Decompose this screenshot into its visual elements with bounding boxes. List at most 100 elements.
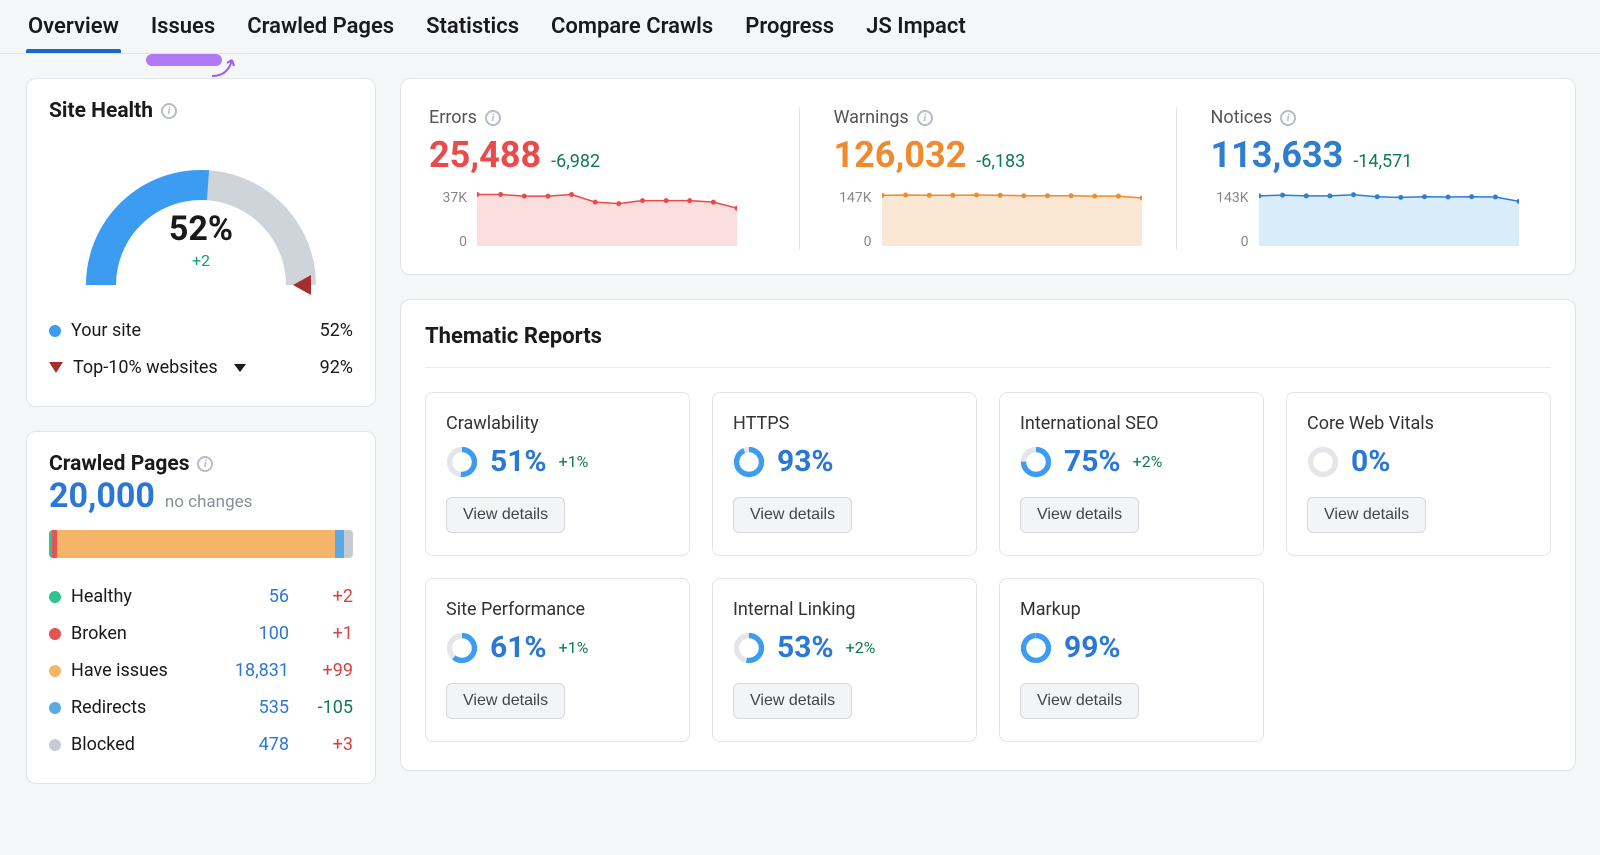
crawled-row-count: 18,831 — [209, 660, 289, 681]
crawled-row[interactable]: Blocked478+3 — [49, 726, 353, 763]
crawled-row[interactable]: Broken 100+1 — [49, 615, 353, 652]
crawled-row-delta: +2 — [293, 586, 353, 607]
legend-top10: Top-10% websites — [73, 357, 218, 378]
tab-progress[interactable]: Progress — [743, 6, 836, 53]
report-card: Core Web Vitals0%View details — [1286, 392, 1551, 556]
view-details-button[interactable]: View details — [446, 497, 565, 533]
tab-label: Statistics — [426, 14, 519, 39]
stat-notices[interactable]: Notices i 113,633 -14,571 143K 0 — [1177, 107, 1548, 250]
top-tabs: Overview Issues Crawled Pages Statistics… — [0, 0, 1600, 54]
crawled-row-count: 478 — [209, 734, 289, 755]
info-icon[interactable]: i — [917, 110, 933, 126]
report-title: HTTPS — [733, 413, 956, 434]
stat-value: 113,633 — [1211, 134, 1344, 176]
tab-js-impact[interactable]: JS Impact — [864, 6, 968, 53]
crawled-row-delta: +99 — [293, 660, 353, 681]
report-title: International SEO — [1020, 413, 1243, 434]
stat-value: 25,488 — [429, 134, 541, 176]
crawled-row-delta: +3 — [293, 734, 353, 755]
donut-icon — [733, 632, 765, 664]
crawled-pages-breakdown: Healthy56+2Broken100+1Have issues18,831+… — [49, 578, 353, 763]
report-delta: +2% — [846, 638, 876, 657]
tab-label: Compare Crawls — [551, 14, 713, 39]
stat-delta: -6,982 — [551, 151, 600, 172]
stat-errors[interactable]: Errors i25,488-6,98237K0 — [429, 107, 800, 250]
report-title: Site Performance — [446, 599, 669, 620]
view-details-button[interactable]: View details — [733, 683, 852, 719]
report-title: Internal Linking — [733, 599, 956, 620]
top10-dropdown[interactable]: Top-10% websites 92% — [49, 349, 353, 386]
legend-dot-icon — [49, 628, 61, 640]
tab-crawled-pages[interactable]: Crawled Pages — [245, 6, 396, 53]
crawled-row[interactable]: Have issues 18,831+99 — [49, 652, 353, 689]
legend-your-site: Your site — [71, 320, 141, 341]
report-percent: 99% — [1064, 630, 1121, 665]
legend-dot-icon — [49, 702, 61, 714]
stat-label: Notices — [1211, 107, 1273, 128]
axis-label: 143K — [1211, 190, 1249, 206]
axis-label: 0 — [429, 234, 467, 250]
thematic-title: Thematic Reports — [425, 324, 1551, 368]
view-details-button[interactable]: View details — [446, 683, 565, 719]
site-health-card: Site Health i 52% +2 — [26, 78, 376, 407]
donut-icon — [1020, 632, 1052, 664]
donut-icon — [446, 632, 478, 664]
stat-value: 126,032 — [834, 134, 967, 176]
crawled-row-label: Redirects — [71, 697, 146, 718]
report-title: Crawlability — [446, 413, 669, 434]
tab-label: Issues — [151, 14, 215, 39]
stat-label: Errors — [429, 107, 477, 128]
donut-icon — [1307, 446, 1339, 478]
tab-compare-crawls[interactable]: Compare Crawls — [549, 6, 715, 53]
report-percent: 75% — [1064, 444, 1121, 479]
report-card: Internal Linking53%+2%View details — [712, 578, 977, 742]
donut-icon — [1020, 446, 1052, 478]
tab-label: Crawled Pages — [247, 14, 394, 39]
active-underline — [26, 49, 121, 53]
tab-label: JS Impact — [866, 14, 966, 39]
stat-delta: -14,571 — [1353, 151, 1412, 172]
thematic-reports-card: Thematic Reports Crawlability51%+1%View … — [400, 299, 1576, 771]
sparkline-chart — [882, 190, 1142, 246]
report-percent: 51% — [490, 444, 547, 479]
chevron-down-icon — [234, 364, 246, 372]
sparkline-chart — [477, 190, 737, 246]
tab-statistics[interactable]: Statistics — [424, 6, 521, 53]
crawled-row-count: 100 — [209, 623, 289, 644]
report-card: Crawlability51%+1%View details — [425, 392, 690, 556]
report-card: HTTPS93%View details — [712, 392, 977, 556]
view-details-button[interactable]: View details — [1020, 497, 1139, 533]
donut-icon — [446, 446, 478, 478]
crawled-row-label: Broken — [71, 623, 127, 644]
triangle-down-icon — [49, 362, 63, 373]
top-stats-row: Errors i25,488-6,98237K0Warnings i126,03… — [400, 78, 1576, 275]
crawled-row-label: Have issues — [71, 660, 168, 681]
report-title: Markup — [1020, 599, 1243, 620]
crawled-row[interactable]: Healthy56+2 — [49, 578, 353, 615]
legend-dot-icon — [49, 591, 61, 603]
crawled-pages-total[interactable]: 20,000 — [49, 476, 155, 516]
crawled-row-delta: +1 — [293, 623, 353, 644]
crawled-row-count: 56 — [209, 586, 289, 607]
tab-label: Overview — [28, 14, 119, 39]
arrow-swirl-icon — [210, 52, 236, 78]
tab-label: Progress — [745, 14, 834, 39]
info-icon[interactable]: i — [1280, 110, 1296, 126]
crawled-row-delta: -105 — [293, 697, 353, 718]
crawled-pages-bar[interactable] — [49, 530, 353, 558]
info-icon[interactable]: i — [197, 456, 213, 472]
crawled-pages-sub: no changes — [165, 492, 253, 512]
stat-warnings[interactable]: Warnings i126,032-6,183147K0 — [800, 107, 1177, 250]
report-card: International SEO75%+2%View details — [999, 392, 1264, 556]
view-details-button[interactable]: View details — [1020, 683, 1139, 719]
report-title: Core Web Vitals — [1307, 413, 1530, 434]
tab-issues[interactable]: Issues — [149, 6, 217, 53]
info-icon[interactable]: i — [161, 103, 177, 119]
info-icon[interactable]: i — [485, 110, 501, 126]
tab-overview[interactable]: Overview — [26, 6, 121, 53]
axis-label: 0 — [1211, 234, 1249, 250]
legend-top10-value: 92% — [320, 357, 353, 378]
crawled-row[interactable]: Redirects535-105 — [49, 689, 353, 726]
view-details-button[interactable]: View details — [1307, 497, 1426, 533]
view-details-button[interactable]: View details — [733, 497, 852, 533]
